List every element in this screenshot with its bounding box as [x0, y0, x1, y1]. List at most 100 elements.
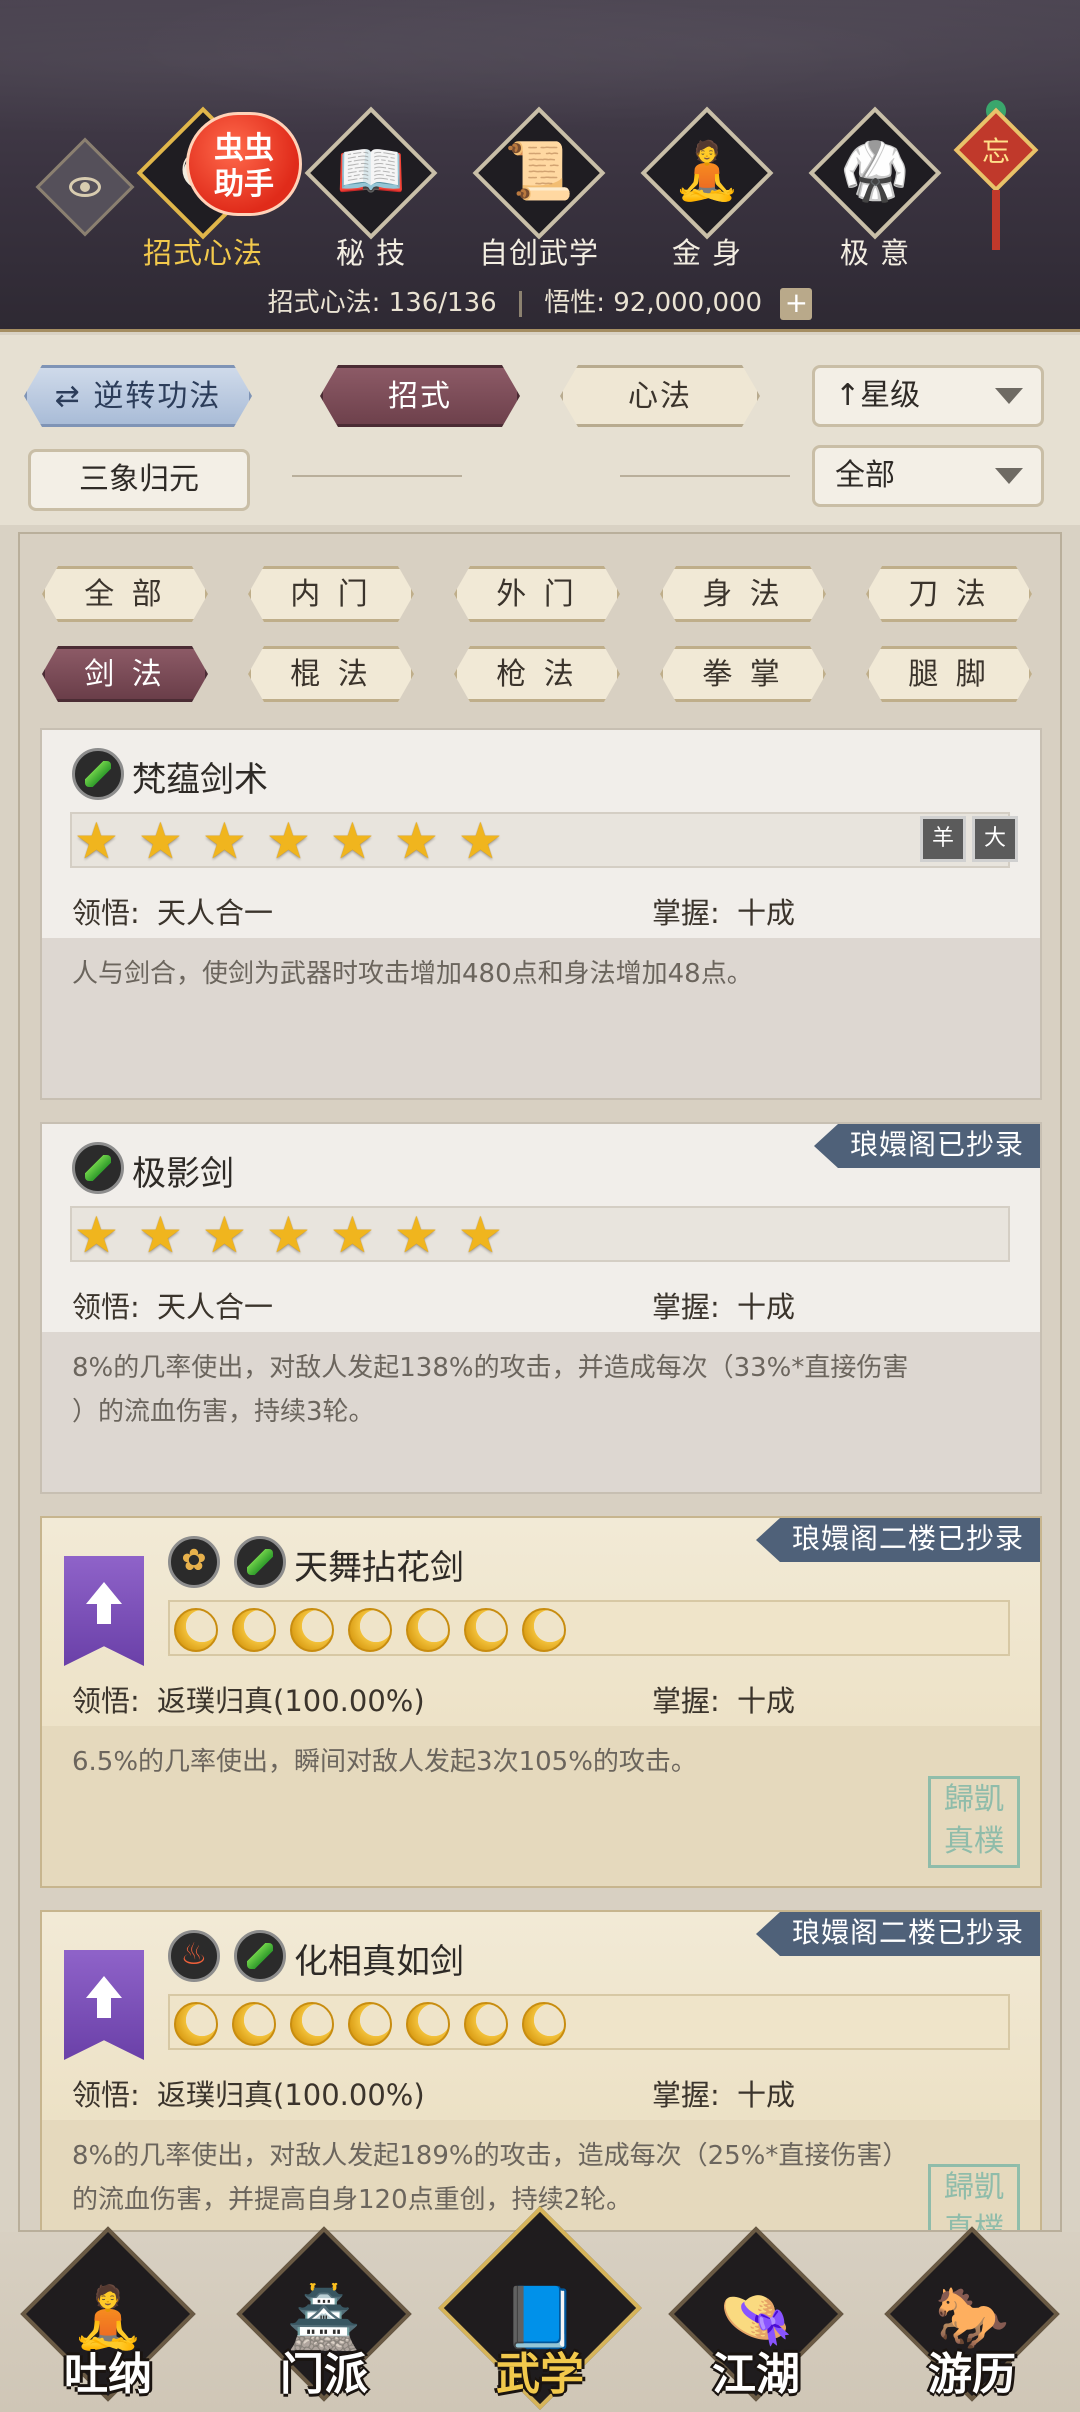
moon-icon [174, 2002, 218, 2046]
star-icon: ★ [330, 812, 375, 870]
skill-attribute-icon[interactable]: 羊 [920, 816, 966, 862]
nav-label: 游历 [928, 2349, 1016, 2400]
moon-icon [522, 1608, 566, 1652]
book-icon: 📖 [336, 139, 406, 204]
insight-row: 领悟: 天人合一 [72, 890, 273, 932]
category-staff[interactable]: 棍 法 [248, 646, 414, 702]
star-icon: ★ [138, 1206, 183, 1264]
copied-ribbon: 琅嬛阁已抄录 [813, 1124, 1040, 1168]
moon-icon [232, 1608, 276, 1652]
category-outer[interactable]: 外 门 [454, 566, 620, 622]
skill-card[interactable]: 琅嬛阁二楼已抄录 化相真如剑 领悟: 返璞归真(100.00%) 掌握: 十成 … [40, 1910, 1042, 2230]
skill-name: 化相真如剑 [294, 1942, 464, 1982]
nav-label: 门派 [280, 2349, 368, 2400]
category-blade[interactable]: 刀 法 [866, 566, 1032, 622]
category-spear[interactable]: 枪 法 [454, 646, 620, 702]
tab-golden-body[interactable]: 🧘 金 身 [632, 106, 782, 272]
filter-label: 全部 [835, 458, 895, 493]
upgrade-banner-icon[interactable] [64, 1950, 144, 2060]
tab-label: 招式心法 [142, 236, 263, 270]
skills-panel: 全 部 内 门 外 门 身 法 刀 法 剑 法 棍 法 枪 法 拳 掌 腿 脚 … [18, 532, 1062, 2232]
moon-icon [406, 1608, 450, 1652]
star-icon: ★ [138, 812, 183, 870]
visibility-toggle-button[interactable] [35, 137, 135, 237]
sword-type-icon [234, 1536, 286, 1588]
reverse-technique-button[interactable]: ⇄ 逆转功法 [24, 365, 252, 427]
filter-area: ⇄ 逆转功法 招式 心法 ↑星级 三象归元 全部 [0, 335, 1080, 525]
nav-martial-arts[interactable]: 📘 武学 [438, 2206, 642, 2410]
moon-icon [348, 2002, 392, 2046]
nav-label: 江湖 [712, 2349, 800, 2400]
scroll-icon: 📜 [504, 139, 574, 204]
desc-line: 的流血伤害，并提高自身120点重创，持续2轮。 [72, 2185, 633, 2215]
nav-label: 武学 [496, 2349, 584, 2400]
mastery-value: 十成 [737, 1684, 796, 1718]
moon-rating [168, 1600, 1010, 1656]
skill-attribute-icon[interactable]: 大 [972, 816, 1018, 862]
insight-row: 领悟: 返璞归真(100.00%) [72, 2072, 425, 2114]
nav-sect[interactable]: 🏯 门派 [234, 2226, 414, 2410]
skill-name: 梵蕴剑术 [132, 760, 268, 800]
arrow-up-icon [86, 1582, 122, 1604]
upgrade-banner-icon[interactable] [64, 1556, 144, 1666]
seal-stamp: 歸凱 真樸 [928, 2164, 1020, 2230]
mastery-row: 掌握: 十成 [652, 1284, 795, 1326]
tab-mind-method[interactable]: 心法 [560, 365, 760, 427]
sword-type-icon [234, 1930, 286, 1982]
add-insight-button[interactable]: + [780, 287, 813, 320]
star-icon: ★ [266, 812, 311, 870]
insight-label: 领悟: [72, 896, 140, 930]
insight-label: 领悟: [72, 1290, 140, 1324]
moon-icon [174, 1608, 218, 1652]
sword-type-icon [72, 1142, 124, 1194]
tab-secret-skill[interactable]: 📖 秘 技 [296, 106, 446, 272]
skill-card[interactable]: 琅嬛阁二楼已抄录 天舞拈花剑 领悟: 返璞归真(100.00%) 掌握: 十成 … [40, 1516, 1042, 1888]
eye-icon [69, 177, 101, 197]
category-sword[interactable]: 剑 法 [42, 646, 208, 702]
sanxiang-button[interactable]: 三象归元 [28, 449, 250, 511]
star-icon: ★ [458, 812, 503, 870]
skill-description: 8%的几率使出，对敌人发起138%的攻击，并造成每次（33%*直接伤害 ）的流血… [72, 1346, 1032, 1434]
martial-stance-icon: 🥋 [840, 139, 910, 204]
insight-value: 天人合一 [157, 1290, 274, 1324]
knot-tassel [992, 190, 1000, 250]
moon-icon [290, 2002, 334, 2046]
insight-label: 悟性: [544, 288, 605, 318]
skill-name: 极影剑 [132, 1154, 234, 1194]
star-icon: ★ [74, 1206, 119, 1264]
chevron-down-icon [995, 388, 1023, 404]
lucky-knot-button[interactable]: 忘 [953, 100, 1039, 250]
copied-ribbon: 琅嬛阁二楼已抄录 [755, 1912, 1040, 1956]
star-icon: ★ [330, 1206, 375, 1264]
nav-breathing[interactable]: 🧘 吐纳 [18, 2226, 198, 2410]
tab-moves[interactable]: 招式 [320, 365, 520, 427]
desc-line: 8%的几率使出，对敌人发起189%的攻击，造成每次（25%*直接伤害） [72, 2141, 909, 2171]
star-icon: ★ [202, 1206, 247, 1264]
star-icon: ★ [266, 1206, 311, 1264]
star-icon: ★ [394, 1206, 439, 1264]
category-inner[interactable]: 内 门 [248, 566, 414, 622]
skill-card[interactable]: 琅嬛阁已抄录 极影剑 ★ ★ ★ ★ ★ ★ ★ 领悟: 天人合一 掌握: 十成… [40, 1122, 1042, 1494]
assistant-badge[interactable]: 虫虫 助手 [186, 112, 302, 216]
sword-type-icon [72, 748, 124, 800]
insight-row: 领悟: 返璞归真(100.00%) [72, 1678, 425, 1720]
lotus-type-icon [168, 1536, 220, 1588]
nav-travel[interactable]: 🐎 游历 [882, 2226, 1062, 2410]
mastery-label: 掌握: [652, 1290, 720, 1324]
sort-dropdown[interactable]: ↑星级 [812, 365, 1044, 427]
tab-self-created[interactable]: 📜 自创武学 [464, 106, 614, 272]
desc-line: 8%的几率使出，对敌人发起138%的攻击，并造成每次（33%*直接伤害 [72, 1353, 909, 1383]
arrow-stem [97, 1604, 111, 1624]
skill-card[interactable]: 梵蕴剑术 ★ ★ ★ ★ ★ ★ ★ 羊 大 领悟: 天人合一 掌握: 十成 人… [40, 728, 1042, 1100]
category-all[interactable]: 全 部 [42, 566, 208, 622]
nav-jianghu[interactable]: 👒 江湖 [666, 2226, 846, 2410]
insight-label: 领悟: [72, 1684, 140, 1718]
tab-ultimate-intent[interactable]: 🥋 极 意 [800, 106, 950, 272]
type-filter-dropdown[interactable]: 全部 [812, 445, 1044, 507]
arrow-stem [97, 1998, 111, 2018]
category-movement[interactable]: 身 法 [660, 566, 826, 622]
category-fist[interactable]: 拳 掌 [660, 646, 826, 702]
bottom-navigation: 🧘 吐纳 🏯 门派 📘 武学 👒 江湖 🐎 游历 [0, 2206, 1080, 2412]
moves-label: 招式心法: [267, 288, 381, 318]
category-kick[interactable]: 腿 脚 [866, 646, 1032, 702]
